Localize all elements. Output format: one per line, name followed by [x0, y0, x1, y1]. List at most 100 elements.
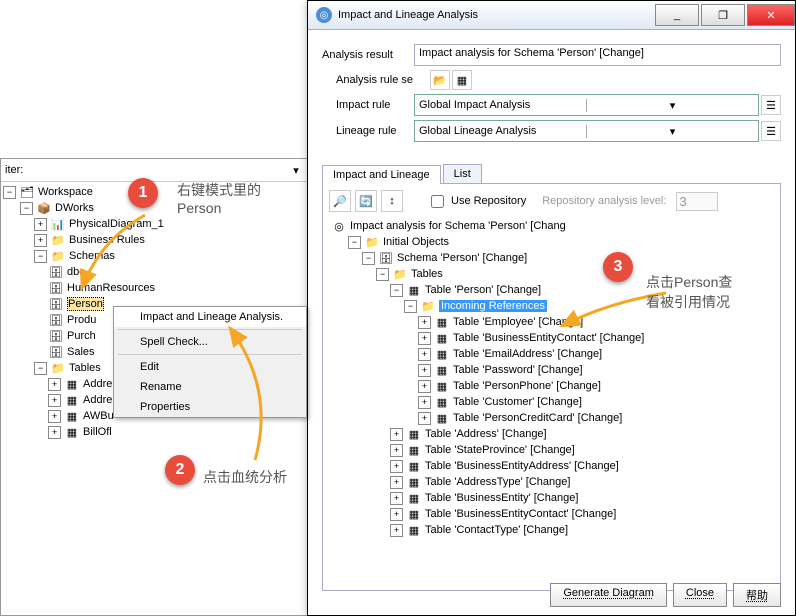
tree-item[interactable]: Produ — [67, 314, 96, 326]
expander-icon[interactable]: − — [362, 252, 375, 265]
expander-icon[interactable]: + — [390, 460, 403, 473]
find-icon[interactable]: 🔎 — [329, 190, 351, 212]
menu-edit[interactable]: Edit — [114, 357, 306, 377]
expander-icon[interactable]: + — [418, 364, 431, 377]
expander-icon[interactable]: − — [404, 300, 417, 313]
table-icon: ▦ — [406, 459, 422, 473]
tree-root[interactable]: Impact analysis for Schema 'Person' [Cha… — [350, 220, 566, 232]
expander-icon[interactable]: + — [390, 492, 403, 505]
expander-icon[interactable]: + — [34, 234, 47, 247]
tree-item[interactable]: AWBu — [83, 410, 114, 422]
expander-icon[interactable]: − — [348, 236, 361, 249]
tree-item[interactable]: Table 'AddressType' [Change] — [425, 476, 570, 488]
repo-level-input[interactable] — [676, 192, 718, 211]
expander-icon[interactable]: + — [48, 394, 61, 407]
tree-item[interactable]: Table 'Employee' [Change] — [453, 316, 583, 328]
lineage-rule-dropdown[interactable]: Global Lineage Analysis▾ — [414, 120, 759, 142]
tree-item[interactable]: Schema 'Person' [Change] — [397, 252, 527, 264]
tree-item[interactable]: Addre — [83, 394, 112, 406]
close-dialog-button[interactable]: Close — [673, 583, 727, 607]
tab-list[interactable]: List — [443, 164, 482, 183]
use-repository-input[interactable] — [431, 195, 444, 208]
tree-item[interactable]: Purch — [67, 330, 96, 342]
expander-icon[interactable]: + — [48, 410, 61, 423]
tree-item[interactable]: Table 'BusinessEntityContact' [Change] — [453, 332, 644, 344]
tree-item[interactable]: Table 'EmailAddress' [Change] — [453, 348, 602, 360]
properties-icon[interactable]: ☰ — [761, 95, 781, 115]
maximize-button[interactable]: ❐ — [701, 4, 745, 26]
grid-icon[interactable]: ▦ — [452, 70, 472, 90]
expander-icon[interactable]: − — [3, 186, 16, 199]
tree-item[interactable]: BillOfl — [83, 426, 112, 438]
tree-item[interactable]: Addre — [83, 378, 112, 390]
open-icon[interactable]: 📂 — [430, 70, 450, 90]
tree-item[interactable]: Table 'BusinessEntityAddress' [Change] — [425, 460, 619, 472]
expander-icon[interactable]: − — [390, 284, 403, 297]
expander-icon[interactable]: − — [20, 202, 33, 215]
tree-item[interactable]: Table 'PersonPhone' [Change] — [453, 380, 601, 392]
tree-item[interactable]: Table 'Address' [Change] — [425, 428, 547, 440]
chevron-down-icon[interactable]: ▾ — [586, 99, 758, 112]
menu-impact-analysis[interactable]: Impact and Lineage Analysis. — [114, 307, 306, 327]
menu-properties[interactable]: Properties — [114, 397, 306, 417]
expander-icon[interactable]: + — [418, 332, 431, 345]
expander-icon[interactable]: + — [34, 218, 47, 231]
expander-icon[interactable]: + — [390, 524, 403, 537]
tree-item[interactable]: Sales — [67, 346, 95, 358]
tree-item[interactable]: dbo — [67, 266, 85, 278]
use-repository-checkbox[interactable]: Use Repository — [427, 192, 526, 211]
expander-icon[interactable]: + — [418, 396, 431, 409]
filter-input[interactable] — [27, 163, 285, 177]
expander-icon[interactable]: + — [390, 476, 403, 489]
table-icon: ▦ — [434, 395, 450, 409]
close-button[interactable]: ✕ — [747, 4, 795, 26]
expander-icon[interactable]: + — [390, 444, 403, 457]
filter-dropdown[interactable]: ▾ — [289, 164, 303, 177]
expander-icon[interactable]: − — [376, 268, 389, 281]
tree-item[interactable]: Business Rules — [69, 234, 145, 246]
expander-icon[interactable]: + — [48, 378, 61, 391]
tree-item[interactable]: Table 'Person' [Change] — [425, 284, 541, 296]
tree-item[interactable]: Table 'ContactType' [Change] — [425, 524, 568, 536]
help-button[interactable]: 帮助 — [733, 583, 781, 607]
expander-icon[interactable]: − — [34, 362, 47, 375]
generate-diagram-button[interactable]: Generate Diagram — [550, 583, 667, 607]
tree-item[interactable]: Schemas — [69, 250, 115, 262]
expander-icon[interactable]: + — [418, 380, 431, 393]
tree-item-selected[interactable]: Incoming References — [439, 300, 547, 312]
tree-item[interactable]: Table 'BusinessEntityContact' [Change] — [425, 508, 616, 520]
expander-icon[interactable]: + — [390, 428, 403, 441]
tree-item[interactable]: HumanResources — [67, 282, 155, 294]
analysis-icon: ◎ — [331, 219, 347, 233]
tree-item[interactable]: Tables — [411, 268, 443, 280]
expander-icon[interactable]: + — [418, 348, 431, 361]
toolbar: 🔎 🔄 ↕ Use Repository Repository analysis… — [329, 190, 774, 212]
expander-icon[interactable]: + — [418, 316, 431, 329]
titlebar[interactable]: ◎ Impact and Lineage Analysis _ ❐ ✕ — [308, 1, 795, 30]
tree-root[interactable]: Workspace — [38, 186, 93, 198]
tree-item[interactable]: Table 'PersonCreditCard' [Change] — [453, 412, 622, 424]
impact-rule-dropdown[interactable]: Global Impact Analysis▾ — [414, 94, 759, 116]
tree-item[interactable]: Initial Objects — [383, 236, 449, 248]
tree-item[interactable]: Table 'StateProvince' [Change] — [425, 444, 575, 456]
minimize-button[interactable]: _ — [655, 4, 699, 26]
refresh-icon[interactable]: 🔄 — [355, 190, 377, 212]
expander-icon[interactable]: − — [34, 250, 47, 263]
properties-icon[interactable]: ☰ — [761, 121, 781, 141]
menu-rename[interactable]: Rename — [114, 377, 306, 397]
tree-item[interactable]: Tables — [69, 362, 101, 374]
expander-icon[interactable]: + — [390, 508, 403, 521]
expand-icon[interactable]: ↕ — [381, 190, 403, 212]
menu-spell-check[interactable]: Spell Check... — [114, 332, 306, 352]
tree-item[interactable]: PhysicalDiagram_1 — [69, 218, 164, 230]
tree-item[interactable]: Table 'BusinessEntity' [Change] — [425, 492, 578, 504]
chevron-down-icon[interactable]: ▾ — [586, 125, 758, 138]
tab-impact-lineage[interactable]: Impact and Lineage — [322, 165, 441, 184]
tree-item[interactable]: DWorks — [55, 202, 94, 214]
tree-item-selected[interactable]: Person — [67, 297, 104, 311]
analysis-result-field[interactable]: Impact analysis for Schema 'Person' [Cha… — [414, 44, 781, 66]
tree-item[interactable]: Table 'Password' [Change] — [453, 364, 583, 376]
expander-icon[interactable]: + — [48, 426, 61, 439]
tree-item[interactable]: Table 'Customer' [Change] — [453, 396, 582, 408]
expander-icon[interactable]: + — [418, 412, 431, 425]
